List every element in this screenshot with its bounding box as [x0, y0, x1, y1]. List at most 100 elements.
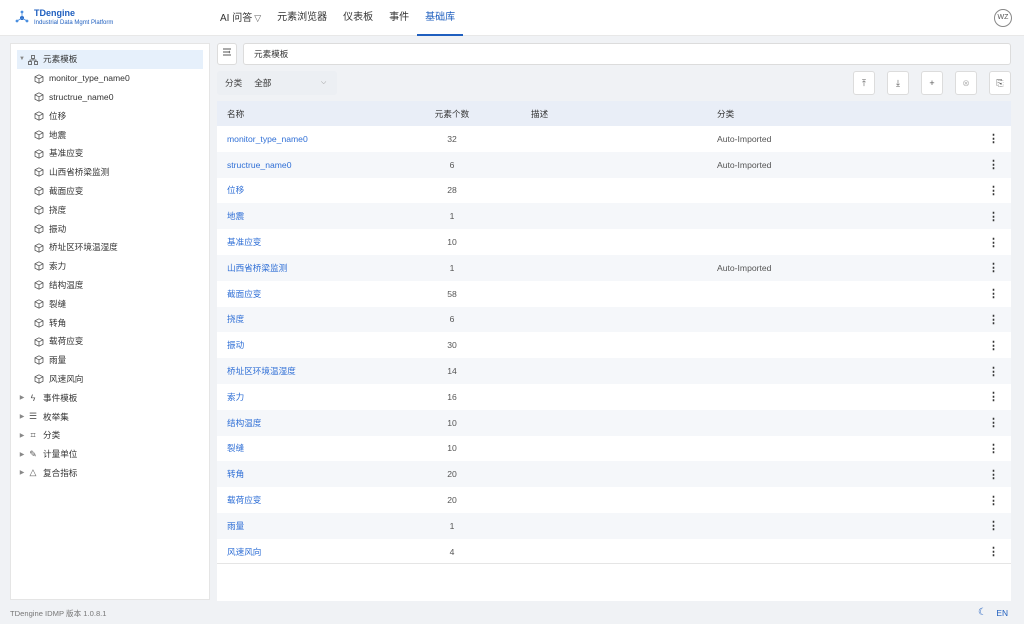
table-row[interactable]: 结构温度 10 ⋮ [217, 409, 1011, 436]
row-name-link[interactable]: monitor_type_name0 [217, 134, 417, 144]
more-options-icon[interactable]: ⋮ [937, 365, 1011, 378]
tree-item[interactable]: 桥址区环境温湿度 [17, 238, 203, 257]
table-row[interactable]: 挠度 6 ⋮ [217, 306, 1011, 333]
row-name-link[interactable]: 索力 [217, 391, 417, 403]
row-name-link[interactable]: 载荷应变 [217, 494, 417, 506]
table-row[interactable]: 桥址区环境温湿度 14 ⋮ [217, 358, 1011, 384]
more-options-icon[interactable]: ⋮ [937, 519, 1011, 532]
collapse-sidebar-button[interactable] [217, 43, 237, 65]
tree-root-element-templates[interactable]: ▼ 元素模板 [17, 50, 203, 69]
language-toggle[interactable]: EN [996, 608, 1008, 618]
category-select[interactable]: 分类 全部 ⌵ [217, 71, 337, 95]
row-name-link[interactable]: 截面应变 [217, 288, 417, 300]
tree-item[interactable]: 地震 [17, 125, 203, 144]
tree-root-item[interactable]: ▶ ☰ 枚举集 [17, 407, 203, 426]
tree-item[interactable]: 山西省桥梁监测 [17, 163, 203, 182]
tree-item[interactable]: 索力 [17, 257, 203, 276]
more-options-icon[interactable]: ⋮ [937, 442, 1011, 455]
table-row[interactable]: 截面应变 58 ⋮ [217, 281, 1011, 307]
tree-item[interactable]: 挠度 [17, 200, 203, 219]
more-options-icon[interactable]: ⋮ [937, 468, 1011, 481]
tree-item[interactable]: 风速风向 [17, 370, 203, 389]
table-row[interactable]: 转角 20 ⋮ [217, 461, 1011, 488]
nav-dashboard[interactable]: 仪表板 [335, 0, 381, 36]
tree-item[interactable]: 截面应变 [17, 182, 203, 201]
tree-item[interactable]: 雨量 [17, 351, 203, 370]
row-name-link[interactable]: 位移 [217, 184, 417, 196]
more-options-icon[interactable]: ⋮ [937, 261, 1011, 274]
nav-library[interactable]: 基础库 [417, 0, 464, 36]
tree-item[interactable]: 位移 [17, 106, 203, 125]
tree-item[interactable]: 转角 [17, 313, 203, 332]
row-name-link[interactable]: 裂缝 [217, 442, 417, 454]
table-row[interactable]: 载荷应变 20 ⋮ [217, 487, 1011, 513]
more-options-icon[interactable]: ⋮ [937, 390, 1011, 403]
logo[interactable]: TDengine Industrial Data Mgmt Platform [14, 8, 113, 28]
more-options-icon[interactable]: ⋮ [937, 545, 1011, 558]
table-row[interactable]: 雨量 1 ⋮ [217, 512, 1011, 539]
moon-icon[interactable]: ☾ [978, 607, 987, 618]
chevron-right-icon[interactable]: ▶ [17, 432, 27, 439]
chevron-right-icon[interactable]: ▶ [17, 469, 27, 476]
tree-item[interactable]: 基准应变 [17, 144, 203, 163]
more-options-icon[interactable]: ⋮ [937, 236, 1011, 249]
more-options-icon[interactable]: ⋮ [937, 313, 1011, 326]
more-options-icon[interactable]: ⋮ [937, 287, 1011, 300]
tree-item[interactable]: 振动 [17, 219, 203, 238]
table-row[interactable]: structrue_name0 6 Auto-Imported ⋮ [217, 151, 1011, 178]
header-desc[interactable]: 描述 [487, 108, 717, 120]
export-button[interactable]: ⎘ [989, 71, 1011, 95]
tree-root-item[interactable]: ▶ ⌗ 分类 [17, 426, 203, 445]
chevron-down-icon[interactable]: ▼ [17, 56, 27, 62]
user-avatar[interactable]: WZ [994, 9, 1012, 27]
tree-item[interactable]: 结构温度 [17, 276, 203, 295]
upload-button[interactable]: ⤒ [853, 71, 875, 95]
table-row[interactable]: 振动 30 ⋮ [217, 332, 1011, 358]
header-category[interactable]: 分类 [717, 108, 937, 120]
more-options-icon[interactable]: ⋮ [937, 184, 1011, 197]
row-name-link[interactable]: 风速风向 [217, 546, 417, 558]
tree-item[interactable]: 裂缝 [17, 294, 203, 313]
row-name-link[interactable]: 结构温度 [217, 417, 417, 429]
more-options-icon[interactable]: ⋮ [937, 416, 1011, 429]
table-row[interactable]: monitor_type_name0 32 Auto-Imported ⋮ [217, 126, 1011, 152]
chevron-right-icon[interactable]: ▶ [17, 413, 27, 420]
add-button[interactable]: + [921, 71, 943, 95]
more-options-icon[interactable]: ⋮ [937, 494, 1011, 507]
table-row[interactable]: 基准应变 10 ⋮ [217, 229, 1011, 255]
table-row[interactable]: 位移 28 ⋮ [217, 178, 1011, 204]
row-name-link[interactable]: 桥址区环境温湿度 [217, 365, 417, 377]
table-row[interactable]: 风速风向 4 ⋮ [217, 539, 1011, 565]
row-name-link[interactable]: 山西省桥梁监测 [217, 262, 417, 274]
nav-ai-qa[interactable]: AI 问答 ▽ [212, 0, 269, 36]
more-options-icon[interactable]: ⋮ [937, 158, 1011, 171]
tree-root-item[interactable]: ▶ ✎ 计量单位 [17, 445, 203, 464]
nav-element-browser[interactable]: 元素浏览器 [269, 0, 335, 36]
tree-item[interactable]: 载荷应变 [17, 332, 203, 351]
table-row[interactable]: 索力 16 ⋮ [217, 384, 1011, 410]
tree-root-item[interactable]: ▶ ϟ 事件模板 [17, 388, 203, 407]
download-button[interactable]: ⤓ [887, 71, 909, 95]
table-row[interactable]: 山西省桥梁监测 1 Auto-Imported ⋮ [217, 254, 1011, 281]
delete-button[interactable]: ⊗ [955, 71, 977, 95]
tree-root-item[interactable]: ▶ △ 复合指标 [17, 464, 203, 483]
more-options-icon[interactable]: ⋮ [937, 339, 1011, 352]
table-row[interactable]: 裂缝 10 ⋮ [217, 436, 1011, 462]
row-name-link[interactable]: 转角 [217, 468, 417, 480]
chevron-right-icon[interactable]: ▶ [17, 451, 27, 458]
header-name[interactable]: 名称 [217, 108, 417, 120]
row-name-link[interactable]: 挠度 [217, 313, 417, 325]
more-options-icon[interactable]: ⋮ [937, 210, 1011, 223]
row-name-link[interactable]: 基准应变 [217, 236, 417, 248]
row-name-link[interactable]: 雨量 [217, 520, 417, 532]
more-options-icon[interactable]: ⋮ [937, 132, 1011, 145]
chevron-right-icon[interactable]: ▶ [17, 394, 27, 401]
nav-events[interactable]: 事件 [381, 0, 417, 36]
tree-item[interactable]: monitor_type_name0 [17, 69, 203, 88]
tree-item[interactable]: structrue_name0 [17, 88, 203, 107]
row-name-link[interactable]: 振动 [217, 339, 417, 351]
row-name-link[interactable]: 地震 [217, 210, 417, 222]
row-name-link[interactable]: structrue_name0 [217, 160, 417, 170]
header-count[interactable]: 元素个数 [417, 108, 487, 120]
table-row[interactable]: 地震 1 ⋮ [217, 203, 1011, 230]
